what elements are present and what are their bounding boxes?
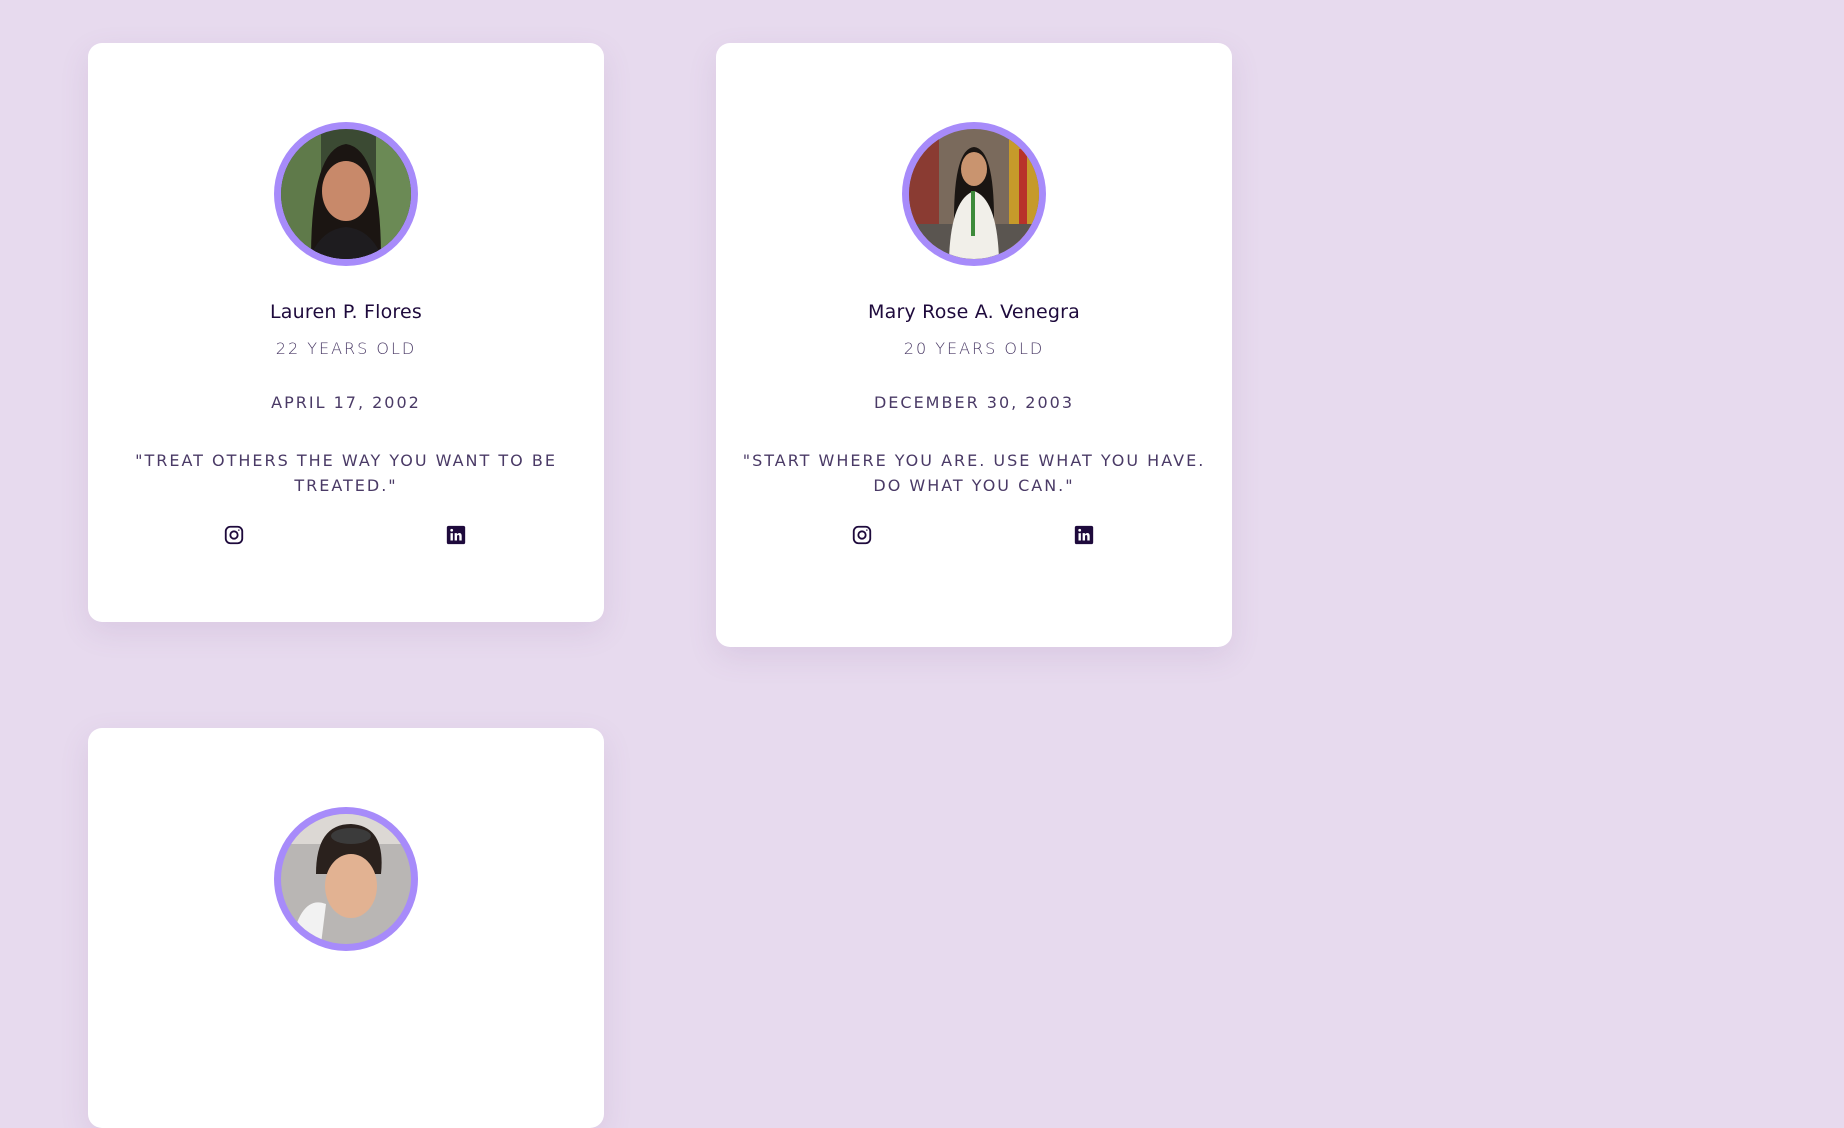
instagram-icon xyxy=(852,525,872,545)
profile-name: Mary Rose A. Venegra xyxy=(868,301,1080,323)
profile-photo xyxy=(909,129,1039,259)
profile-birthday: DECEMBER 30, 2003 xyxy=(873,393,1075,412)
profile-card xyxy=(88,728,604,1128)
profile-birthday: APRIL 17, 2002 xyxy=(271,393,421,412)
instagram-link[interactable] xyxy=(223,524,245,546)
social-links xyxy=(88,524,604,546)
avatar xyxy=(274,807,418,951)
linkedin-icon xyxy=(1074,525,1094,545)
profile-card: Lauren P. Flores 22 YEARS OLD APRIL 17, … xyxy=(88,43,604,622)
social-links xyxy=(716,524,1232,546)
linkedin-icon xyxy=(446,525,466,545)
avatar xyxy=(902,122,1046,266)
instagram-icon xyxy=(224,525,244,545)
profile-card: Mary Rose A. Venegra 20 YEARS OLD DECEMB… xyxy=(716,43,1232,647)
profile-quote: "TREAT OTHERS THE WAY YOU WANT TO BE TRE… xyxy=(135,451,557,495)
linkedin-link[interactable] xyxy=(445,524,467,546)
profile-age: 20 YEARS OLD xyxy=(903,339,1045,358)
profile-photo xyxy=(281,129,411,259)
profile-quote: "START WHERE YOU ARE. USE WHAT YOU HAVE.… xyxy=(742,451,1206,495)
avatar xyxy=(274,122,418,266)
instagram-link[interactable] xyxy=(851,524,873,546)
profile-name: Lauren P. Flores xyxy=(269,301,423,323)
profile-age: 22 YEARS OLD xyxy=(275,339,417,358)
profile-photo xyxy=(281,814,411,944)
linkedin-link[interactable] xyxy=(1073,524,1095,546)
